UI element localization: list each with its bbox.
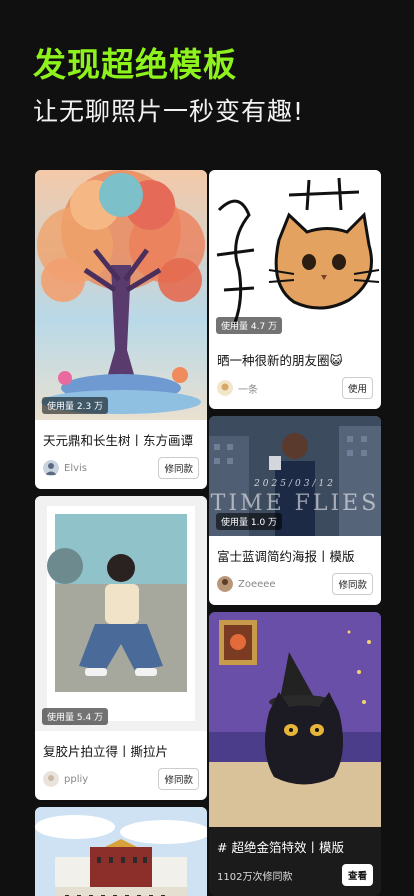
avatar: [43, 771, 59, 787]
avatar: [217, 380, 233, 396]
author-name: Zoeeee: [238, 578, 276, 590]
potala-painting: [35, 807, 207, 896]
remix-count: 1102万次修同款: [217, 871, 293, 883]
template-column-right: 使用量 4.7 万 晒一种很新的朋友圈😺 一条 使用 2025/03/12 TI…: [209, 170, 381, 896]
page-subtitle: 让无聊照片一秒变有趣!: [33, 97, 305, 126]
remix-button[interactable]: 修同款: [332, 573, 373, 595]
poster-date: 2025/03/12: [254, 479, 336, 489]
template-title: 晒一种很新的朋友圈😺: [217, 353, 343, 368]
template-image-gold-cat[interactable]: [209, 612, 381, 827]
template-title: 天元鼎和长生树丨东方画谭: [43, 433, 194, 448]
avatar: [217, 576, 233, 592]
card-footer: ppliy 修同款: [35, 760, 207, 800]
card-footer: 一条 使用: [209, 369, 381, 409]
usage-badge: 使用量 2.3 万: [42, 397, 109, 414]
template-image-cat[interactable]: 使用量 4.7 万: [209, 170, 381, 340]
usage-badge: 使用量 5.4 万: [42, 708, 109, 725]
use-button[interactable]: 使用: [341, 377, 373, 399]
template-title: 富士蓝调简约海报丨模版: [217, 549, 355, 564]
author-name: ppliy: [64, 773, 89, 785]
cat-illustration: [216, 177, 380, 326]
witch-cat-painting: [209, 612, 381, 827]
polaroid-photo: [47, 506, 195, 721]
usage-badge: 使用量 4.7 万: [216, 317, 283, 334]
template-card-potala[interactable]: [35, 807, 207, 896]
template-card-blue-poster[interactable]: 2025/03/12 TIME FLIES 使用量 1.0 万 富士蓝调简约海报…: [209, 416, 381, 605]
template-image-blue-poster[interactable]: 2025/03/12 TIME FLIES 使用量 1.0 万: [209, 416, 381, 536]
usage-badge: 使用量 1.0 万: [216, 513, 283, 530]
card-footer: Elvis 修同款: [35, 449, 207, 489]
avatar: [43, 460, 59, 476]
template-title: 复胶片拍立得丨撕拉片: [43, 744, 169, 759]
template-card-gold-cat[interactable]: # 超绝金箔特效丨模版 1102万次修同款 查看: [209, 612, 381, 896]
template-column-left: 使用量 2.3 万 天元鼎和长生树丨东方画谭 Elvis 修同款 使用量 5.4…: [35, 170, 207, 896]
template-card-polaroid[interactable]: 使用量 5.4 万 复胶片拍立得丨撕拉片 ppliy 修同款: [35, 496, 207, 800]
view-button[interactable]: 查看: [341, 864, 373, 886]
template-title: # 超绝金箔特效丨模版: [217, 840, 344, 855]
author-name: Elvis: [64, 462, 88, 474]
remix-button[interactable]: 修同款: [158, 457, 199, 479]
tree-artwork: [35, 170, 207, 420]
template-image-polaroid[interactable]: 使用量 5.4 万: [35, 496, 207, 731]
remix-button[interactable]: 修同款: [158, 768, 199, 790]
page-title: 发现超绝模板: [33, 45, 237, 84]
template-image-potala[interactable]: [35, 807, 207, 896]
template-image-tree[interactable]: 使用量 2.3 万: [35, 170, 207, 420]
template-card-tree[interactable]: 使用量 2.3 万 天元鼎和长生树丨东方画谭 Elvis 修同款: [35, 170, 207, 489]
template-card-cat-drawing[interactable]: 使用量 4.7 万 晒一种很新的朋友圈😺 一条 使用: [209, 170, 381, 409]
card-footer: 1102万次修同款 查看: [209, 856, 381, 896]
card-footer: Zoeeee 修同款: [209, 565, 381, 605]
author-name: 一条: [238, 384, 258, 396]
